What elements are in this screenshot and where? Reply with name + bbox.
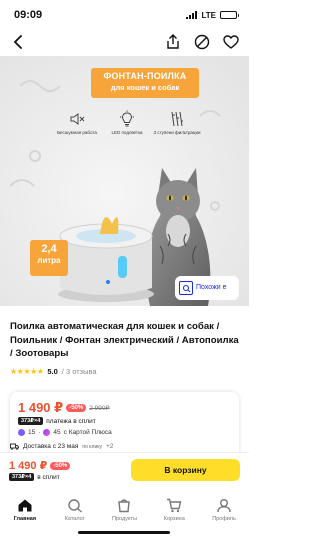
- favorite-button[interactable]: [222, 33, 240, 51]
- buy-bar-discount-badge: -50%: [50, 461, 71, 470]
- buy-bar-price: 1 490 ₽ -50%: [9, 459, 71, 472]
- top-nav: [0, 30, 249, 54]
- mute-icon: [70, 113, 85, 125]
- split-chip: 373₽×4: [18, 417, 44, 425]
- status-time: 09:09: [14, 9, 43, 21]
- banner-title: ФОНТАН-ПОИЛКА: [103, 71, 187, 81]
- feature-label: LED подсветка: [111, 130, 143, 135]
- bonus-b: 45: [53, 429, 61, 436]
- banner-subtitle: для кошек и собак: [110, 83, 180, 92]
- discount-badge: -50%: [66, 404, 87, 412]
- old-price: 2 990₽: [89, 405, 110, 412]
- back-button[interactable]: [9, 33, 27, 51]
- cart-icon: [167, 498, 182, 513]
- hero-banner: ФОНТАН-ПОИЛКА для кошек и собак: [91, 68, 199, 98]
- similar-label: Похожи е: [196, 284, 227, 291]
- tab-label: Корзина: [163, 516, 185, 522]
- feature-silent: Бесшумная работа: [53, 110, 101, 136]
- catalog-icon: [67, 499, 82, 513]
- share-button[interactable]: [164, 33, 182, 51]
- plus-points-icon: [18, 429, 25, 436]
- capacity-value: 2,4: [41, 243, 57, 255]
- rating-stars: ★★★★★: [10, 367, 44, 376]
- bonus-a: 15: [28, 429, 36, 436]
- profile-icon: [217, 499, 231, 513]
- image-search-icon: [179, 281, 193, 295]
- buy-bar-split-text: в сплит: [37, 473, 60, 481]
- price-row: 1 490 ₽ -50% 2 990₽: [18, 400, 110, 416]
- bonus-separator: ·: [38, 429, 41, 436]
- split-text: платежа в сплит: [46, 417, 96, 425]
- status-bar: 09:09 LTE: [0, 0, 249, 30]
- buy-bar-split-chip: 373₽×4: [9, 473, 35, 481]
- delivery-small: по клику: [82, 443, 102, 450]
- share-icon: [167, 34, 179, 49]
- current-price: 1 490 ₽: [18, 400, 64, 415]
- bulb-icon: [120, 110, 134, 127]
- battery-icon: [220, 11, 239, 19]
- network-label: LTE: [201, 10, 216, 20]
- feature-led: LED подсветка: [103, 110, 151, 136]
- feature-filter: 3 ступени фильтрации: [153, 110, 201, 136]
- buy-bar-split[interactable]: 373₽×4 в сплит: [9, 473, 60, 481]
- rating-value: 5.0: [47, 367, 58, 376]
- feature-label: Бесшумная работа: [57, 130, 97, 135]
- split-row[interactable]: 373₽×4 платежа в сплит: [18, 417, 96, 425]
- delivery-extra: +2: [106, 443, 114, 450]
- buy-bar-current-price: 1 490 ₽: [9, 460, 48, 472]
- rating-row[interactable]: ★★★★★ 5.0 / 3 отзыва: [10, 367, 97, 376]
- capacity-unit: литра: [37, 256, 61, 265]
- filter-icon: [171, 111, 183, 127]
- tab-label: Каталог: [64, 516, 85, 522]
- reviews-link[interactable]: / 3 отзыва: [62, 367, 97, 376]
- home-icon: [18, 499, 32, 512]
- products-icon: [118, 499, 131, 513]
- signal-icon: [186, 11, 198, 19]
- add-to-cart-button[interactable]: В корзину: [131, 459, 240, 481]
- product-title: Поилка автоматическая для кошек и собак …: [10, 321, 239, 359]
- plus-card-icon: [43, 429, 51, 436]
- feature-label: 3 ступени фильтрации: [153, 130, 201, 135]
- chevron-left-icon: [13, 35, 22, 49]
- heart-icon: [223, 35, 239, 49]
- delivery-label: Доставка с 23 мая: [23, 443, 79, 450]
- compare-button[interactable]: [193, 33, 211, 51]
- tab-label: Продукты: [112, 516, 137, 522]
- bonus-row[interactable]: 15 · 45 с Картой Плюса: [18, 429, 112, 436]
- product-image[interactable]: ФОНТАН-ПОИЛКА для кошек и собак Бесшумна…: [0, 56, 249, 306]
- home-indicator: [78, 531, 170, 534]
- delivery-row[interactable]: Доставка с 23 мая по клику +2: [10, 442, 114, 451]
- bonus-card-text: с Картой Плюса: [63, 429, 112, 436]
- fountain-figure: [58, 216, 154, 302]
- similar-button[interactable]: Похожи е: [175, 276, 239, 300]
- capacity-badge: 2,4 литра: [30, 240, 68, 276]
- tab-label: Главная: [13, 516, 37, 522]
- compare-icon: [194, 34, 210, 50]
- delivery-icon: [10, 443, 19, 450]
- tab-profile[interactable]: Профиль: [201, 498, 247, 540]
- tab-label: Профиль: [212, 516, 236, 522]
- buy-bar: 1 490 ₽ -50% 373₽×4 в сплит В корзину: [0, 452, 249, 488]
- tab-home[interactable]: Главная: [2, 498, 48, 540]
- status-indicators: LTE: [186, 10, 239, 20]
